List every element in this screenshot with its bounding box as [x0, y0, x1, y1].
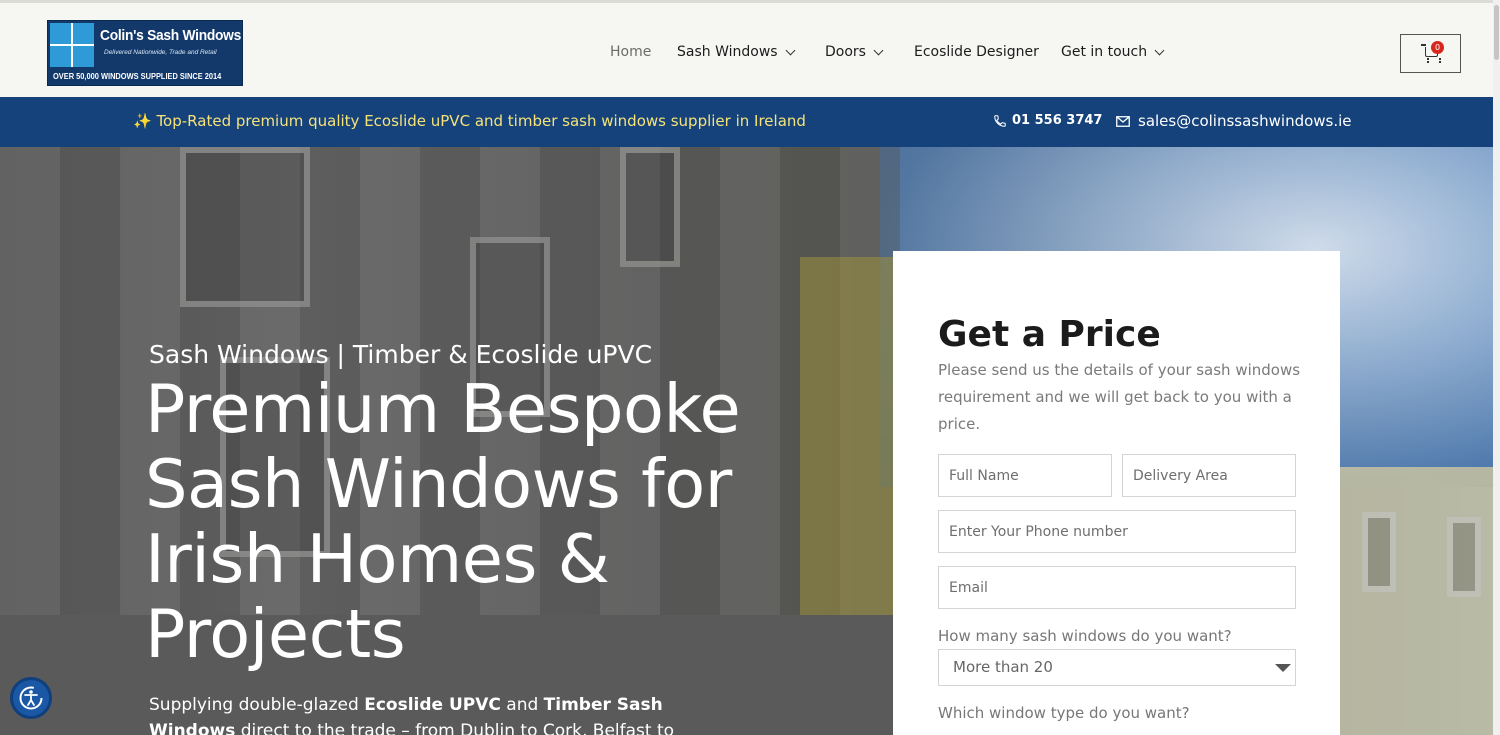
chevron-down-icon: [873, 45, 884, 55]
logo-banner-text: OVER 50,000 WINDOWS SUPPLIED SINCE 2014: [53, 72, 222, 81]
logo-name: Colin's Sash Windows: [100, 27, 242, 44]
quantity-select[interactable]: More than 20: [938, 649, 1296, 686]
quantity-select-value: More than 20: [953, 658, 1053, 676]
delivery-area-input[interactable]: [1122, 454, 1296, 497]
logo-tagline: Delivered Nationwide, Trade and Retail: [104, 49, 217, 56]
scrollbar-thumb[interactable]: [1494, 5, 1499, 60]
nav-sash-windows-label: Sash Windows: [677, 44, 778, 60]
nav-doors-label: Doors: [825, 44, 866, 60]
cart-count-badge: 0: [1431, 41, 1444, 54]
full-name-input[interactable]: [938, 454, 1112, 497]
logo-window-icon: [50, 23, 94, 67]
form-title: Get a Price: [938, 314, 1161, 355]
hero-right-building: [1340, 467, 1500, 735]
chevron-down-icon: [785, 45, 796, 55]
site-header: Colin's Sash Windows Delivered Nationwid…: [0, 0, 1500, 97]
logo-banner: OVER 50,000 WINDOWS SUPPLIED SINCE 2014: [48, 69, 242, 85]
nav-get-in-touch-label: Get in touch: [1061, 44, 1148, 60]
page-scrollbar[interactable]: [1493, 0, 1500, 735]
info-bar: ✨ Top-Rated premium quality Ecoslide uPV…: [0, 97, 1500, 147]
hero-window-shape: [1447, 517, 1481, 597]
nav-ecoslide-designer-label: Ecoslide Designer: [914, 44, 1039, 60]
cart-button[interactable]: 0: [1400, 34, 1461, 73]
logo[interactable]: Colin's Sash Windows Delivered Nationwid…: [47, 20, 243, 86]
phone-input[interactable]: [938, 510, 1296, 553]
email-address: sales@colinssashwindows.ie: [1138, 112, 1352, 130]
hero-desc-text: and: [500, 695, 544, 715]
info-bar-message: ✨ Top-Rated premium quality Ecoslide uPV…: [133, 112, 806, 130]
envelope-icon: [1116, 115, 1130, 127]
nav-home-label: Home: [610, 44, 652, 60]
nav-home[interactable]: Home: [610, 44, 651, 60]
accessibility-icon: [19, 686, 43, 710]
phone-link[interactable]: 01 556 3747: [993, 113, 1102, 128]
nav-sash-windows[interactable]: Sash Windows: [677, 44, 796, 60]
quantity-label: How many sash windows do you want?: [938, 627, 1232, 645]
email-input[interactable]: [938, 566, 1296, 609]
accessibility-button[interactable]: [10, 677, 52, 719]
hero-title: Premium Bespoke Sash Windows for Irish H…: [145, 370, 741, 673]
chevron-down-icon: [1154, 45, 1165, 55]
hero-window-shape: [1362, 512, 1396, 592]
hero-desc-text: Supplying double-glazed: [149, 695, 365, 715]
dropdown-arrow-icon: [1275, 664, 1291, 672]
hero-subtitle: Sash Windows | Timber & Ecoslide uPVC: [149, 340, 653, 369]
phone-number: 01 556 3747: [1012, 113, 1103, 128]
form-description: Please send us the details of your sash …: [938, 361, 1301, 433]
hero-desc-bold: Ecoslide UPVC: [364, 695, 501, 715]
email-link[interactable]: sales@colinssashwindows.ie: [1116, 112, 1352, 130]
get-price-form: Get a Price Please send us the details o…: [893, 251, 1340, 735]
nav-get-in-touch[interactable]: Get in touch: [1061, 44, 1165, 60]
window-type-label: Which window type do you want?: [938, 704, 1190, 722]
nav-ecoslide-designer[interactable]: Ecoslide Designer: [914, 44, 1039, 60]
nav-doors[interactable]: Doors: [825, 44, 884, 60]
hero-description: Supplying double-glazed Ecoslide UPVC an…: [149, 692, 689, 735]
hero-desc-text: direct to the trade – from Dublin to Cor…: [235, 721, 675, 735]
phone-icon: [994, 114, 1006, 127]
